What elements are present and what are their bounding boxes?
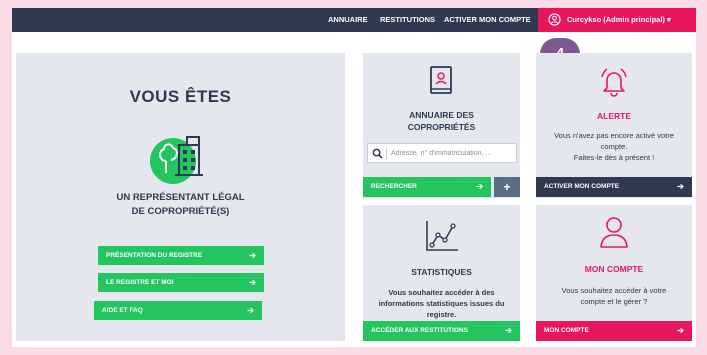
building-tree-icon — [150, 136, 203, 184]
mon-compte-title: MON COMPTE — [584, 264, 644, 274]
top-nav: ANNUAIRE RESTITUTIONS ACTIVER MON COMPTE… — [12, 8, 696, 32]
search-input[interactable] — [391, 145, 515, 161]
chevron-down-icon: ▾ — [667, 15, 671, 24]
annuaire-card: ANNUAIRE DES COPROPRIÉTÉS RECHERCHER ➔ + — [363, 53, 520, 198]
statistiques-text: Vous souhaitez accéder à des information… — [363, 287, 520, 320]
arrow-right-icon: ➔ — [505, 326, 512, 335]
subtitle-line: UN REPRÉSENTANT LÉGAL — [116, 192, 245, 203]
text-line: Vous souhaitez accéder à des — [388, 288, 495, 297]
alerte-title: ALERTE — [597, 111, 631, 121]
search-icon — [372, 148, 383, 159]
text-line: compte et le gérer ? — [580, 297, 648, 306]
button-label: ACCÉDER AUX RESTITUTIONS — [371, 327, 468, 334]
nav-link-annuaire[interactable]: ANNUAIRE — [328, 8, 368, 32]
activer-compte-button[interactable]: ACTIVER MON COMPTE ➔ — [536, 177, 692, 197]
nav-link-restitutions[interactable]: RESTITUTIONS — [380, 8, 435, 32]
arrow-right-icon: ➔ — [247, 306, 254, 315]
button-label: RECHERCHER — [371, 183, 417, 190]
mon-compte-button[interactable]: MON COMPTE ➔ — [536, 321, 692, 341]
button-label: MON COMPTE — [544, 327, 589, 334]
button-label: ACTIVER MON COMPTE — [544, 183, 620, 190]
alerte-text: Vous n'avez pas encore activé votre comp… — [536, 130, 692, 163]
representant-panel: VOUS ÊTES UN REPRÉSENTANT LÉGAL DE COPRO… — [16, 53, 345, 341]
text-line: Vous n'avez pas encore activé votre — [554, 131, 674, 140]
user-icon — [600, 217, 628, 248]
arrow-right-icon: ➔ — [249, 278, 256, 287]
mon-compte-text: Vous souhaitez accéder à votre compte et… — [536, 285, 692, 307]
statistiques-title: STATISTIQUES — [411, 267, 472, 277]
acceder-restitutions-button[interactable]: ACCÉDER AUX RESTITUTIONS ➔ — [363, 321, 520, 341]
button-label: LE REGISTRE ET MOI — [106, 279, 174, 286]
statistiques-card: STATISTIQUES Vous souhaitez accéder à de… — [363, 205, 520, 341]
button-label: AIDE ET FAQ — [102, 307, 143, 314]
title-line: COPROPRIÉTÉS — [407, 122, 476, 132]
subtitle-line: DE COPROPRIÉTÉ(S) — [131, 206, 230, 217]
registre-et-moi-button[interactable]: LE REGISTRE ET MOI ➔ — [98, 273, 264, 292]
text-line: compte. — [600, 142, 628, 151]
search-box — [367, 143, 517, 163]
arrow-right-icon: ➔ — [677, 182, 684, 191]
user-name-label: Curcykso (Admin principal) ▾ — [567, 15, 671, 24]
bell-icon — [601, 68, 627, 97]
button-label: PRÉSENTATION DU REGISTRE — [106, 252, 203, 259]
annuaire-title: ANNUAIRE DES COPROPRIÉTÉS — [363, 109, 520, 133]
arrow-right-icon: ➔ — [677, 326, 684, 335]
panel-subtitle: UN REPRÉSENTANT LÉGAL DE COPROPRIÉTÉ(S) — [16, 191, 345, 219]
user-menu-button[interactable]: Curcykso (Admin principal) ▾ — [538, 8, 696, 32]
text-line: registre. — [426, 310, 457, 319]
mon-compte-card: MON COMPTE Vous souhaitez accéder à votr… — [536, 205, 692, 341]
alerte-card: ALERTE Vous n'avez pas encore activé vot… — [536, 53, 692, 198]
rechercher-button[interactable]: RECHERCHER ➔ — [363, 177, 491, 197]
arrow-right-icon: ➔ — [249, 251, 256, 260]
text-line: Vous souhaitez accéder à votre — [561, 286, 667, 295]
arrow-right-icon: ➔ — [476, 182, 483, 191]
user-circle-icon — [548, 13, 561, 26]
presentation-registre-button[interactable]: PRÉSENTATION DU REGISTRE ➔ — [98, 246, 264, 265]
line-chart-icon — [426, 221, 458, 251]
panel-title: VOUS ÊTES — [129, 87, 232, 106]
page-content: ANNUAIRE RESTITUTIONS ACTIVER MON COMPTE… — [12, 8, 696, 347]
search-divider — [386, 147, 387, 160]
title-line: ANNUAIRE DES — [409, 110, 474, 120]
text-line: Faites-le dès à présent ! — [573, 153, 655, 162]
page-frame: ANNUAIRE RESTITUTIONS ACTIVER MON COMPTE… — [0, 0, 707, 355]
nav-link-activer-compte[interactable]: ACTIVER MON COMPTE — [444, 8, 531, 32]
address-book-icon — [430, 66, 452, 94]
aide-faq-button[interactable]: AIDE ET FAQ ➔ — [94, 301, 262, 320]
add-button[interactable]: + — [494, 177, 520, 197]
text-line: informations statistiques issues du — [378, 299, 505, 308]
